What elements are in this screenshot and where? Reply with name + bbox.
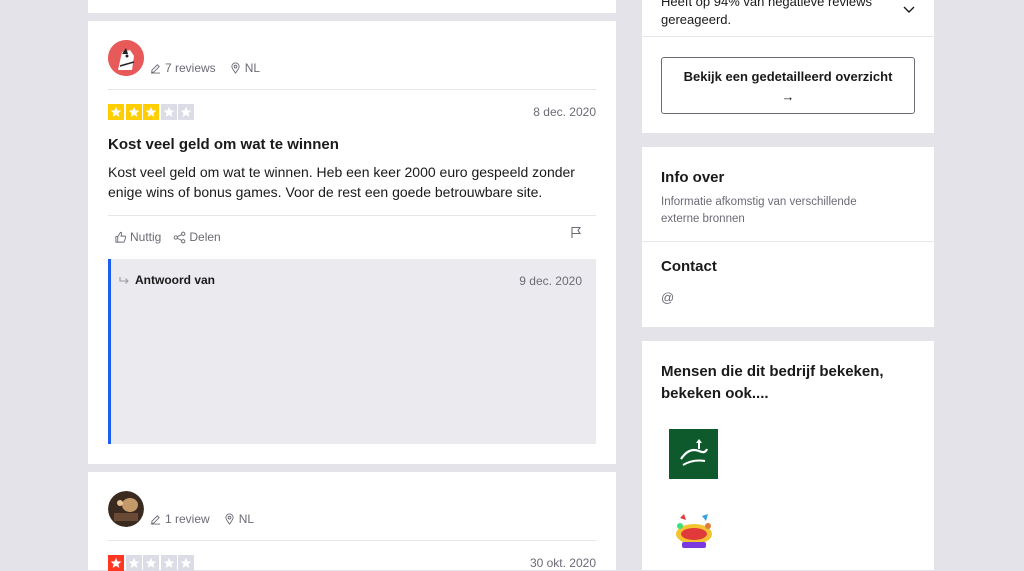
company-logo[interactable]	[669, 429, 718, 479]
review-body: Kost veel geld om wat te winnen. Heb een…	[108, 164, 575, 200]
review-card: 7 reviews NL 8 dec. 2020 Kost veel geld …	[88, 21, 616, 464]
review-actions: Nuttig Delen	[114, 230, 221, 244]
share-button[interactable]: Delen	[173, 230, 221, 244]
response-rate-text: Heeft op 94% van negatieve reviews gerea…	[661, 0, 873, 27]
reply-from: Antwoord van	[119, 273, 215, 287]
location-pin-icon	[231, 62, 240, 74]
review-title[interactable]: Kost veel geld om wat te winnen	[108, 136, 339, 153]
star-rating	[108, 555, 196, 571]
star-icon	[143, 104, 159, 120]
star-icon	[108, 555, 124, 571]
info-title: Info over	[661, 169, 725, 186]
star-icon	[178, 104, 194, 120]
star-icon	[160, 104, 177, 120]
also-viewed-card: Mensen die dit bedrijf bekeken, bekeken …	[642, 341, 934, 570]
also-viewed-title: Mensen die dit bedrijf bekeken, bekeken …	[661, 363, 884, 402]
reviewer-country: NL	[224, 512, 254, 526]
star-icon	[108, 104, 124, 120]
flag-icon[interactable]	[570, 226, 582, 244]
review-count: 7 reviews	[150, 61, 216, 75]
avatar[interactable]	[108, 491, 144, 527]
star-rating	[108, 104, 196, 120]
reply-date: 9 dec. 2020	[519, 274, 582, 288]
previous-review-card	[88, 0, 616, 13]
star-icon	[143, 555, 159, 571]
star-icon	[125, 555, 142, 571]
divider	[108, 215, 596, 216]
thumbs-up-icon	[115, 231, 127, 243]
email-icon[interactable]: @	[661, 290, 674, 305]
avatar[interactable]	[108, 40, 144, 76]
contact-title: Contact	[661, 258, 717, 275]
review-date: 8 dec. 2020	[533, 105, 596, 119]
chevron-down-icon[interactable]	[903, 1, 915, 19]
divider	[642, 36, 934, 37]
pencil-icon	[150, 63, 161, 74]
review-date: 30 okt. 2020	[529, 556, 596, 570]
divider	[642, 241, 934, 242]
company-reply: Antwoord van 9 dec. 2020	[108, 259, 596, 444]
company-logo[interactable]	[672, 512, 716, 552]
review-card: 1 review NL 30 okt. 2020	[88, 472, 616, 571]
info-subtitle: Informatie afkomstig van verschillende e…	[661, 196, 857, 225]
reviewer-country: NL	[230, 61, 260, 75]
divider	[108, 89, 596, 90]
useful-button[interactable]: Nuttig	[114, 230, 161, 244]
divider	[108, 540, 596, 541]
star-icon	[178, 555, 194, 571]
review-count: 1 review	[150, 512, 210, 526]
detailed-overview-button[interactable]: Bekijk een gedetailleerd overzicht →	[661, 57, 915, 114]
reviewer-meta: 1 review NL	[150, 512, 268, 526]
star-icon	[125, 104, 142, 120]
star-icon	[160, 555, 177, 571]
pencil-icon	[150, 514, 161, 525]
reply-arrow-icon	[119, 276, 129, 284]
location-pin-icon	[225, 513, 234, 525]
reviewer-meta: 7 reviews NL	[150, 61, 274, 75]
info-card: Info over Informatie afkomstig van versc…	[642, 147, 934, 327]
share-icon	[174, 231, 186, 243]
company-stats-card: Heeft op 94% van negatieve reviews gerea…	[642, 0, 934, 133]
